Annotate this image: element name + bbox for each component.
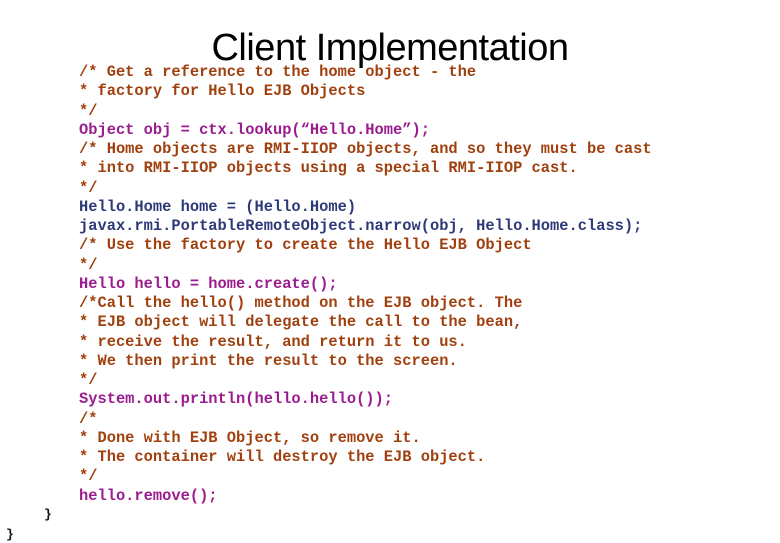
code-line-comment: /* Get a reference to the home object - … — [79, 63, 477, 81]
code-line-comment: * factory for Hello EJB Objects — [79, 82, 366, 101]
closing-brace-method: } — [44, 507, 52, 522]
code-line-create: Hello hello = home.create(); — [79, 274, 338, 293]
code-line-lookup: Object obj = ctx.lookup(“Hello.Home”); — [79, 120, 430, 139]
code-line-remove: hello.remove(); — [79, 486, 218, 505]
code-line-comment: */ — [79, 371, 98, 389]
code-line-comment: * Done with EJB Object, so remove it. — [79, 428, 421, 447]
code-line-home-cast: Hello.Home home = (Hello.Home) — [79, 197, 357, 216]
code-line-comment: /* Use the factory to create the Hello E… — [79, 236, 532, 255]
code-line-comment: /*Call the hello() method on the EJB obj… — [79, 294, 523, 312]
code-line-comment: * We then print the result to the screen… — [79, 351, 458, 370]
code-line-comment: * EJB object will delegate the call to t… — [79, 313, 523, 332]
code-line-comment: /* — [79, 409, 98, 428]
code-line-comment: * The container will destroy the EJB obj… — [79, 448, 486, 466]
code-line-comment: /* Home objects are RMI-IIOP objects, an… — [79, 140, 652, 158]
code-line-comment: */ — [79, 255, 98, 274]
code-line-comment: */ — [79, 101, 98, 120]
code-line-comment: * receive the result, and return it to u… — [79, 332, 467, 351]
code-block: /* Get a reference to the home object - … — [79, 63, 652, 506]
code-line-println: System.out.println(hello.hello()); — [79, 390, 394, 409]
code-line-comment: */ — [79, 178, 98, 197]
closing-brace-class: } — [6, 527, 14, 542]
code-line-comment: * into RMI-IIOP objects using a special … — [79, 159, 578, 178]
code-line-comment: */ — [79, 467, 98, 486]
code-line-narrow: javax.rmi.PortableRemoteObject.narrow(ob… — [79, 217, 643, 235]
